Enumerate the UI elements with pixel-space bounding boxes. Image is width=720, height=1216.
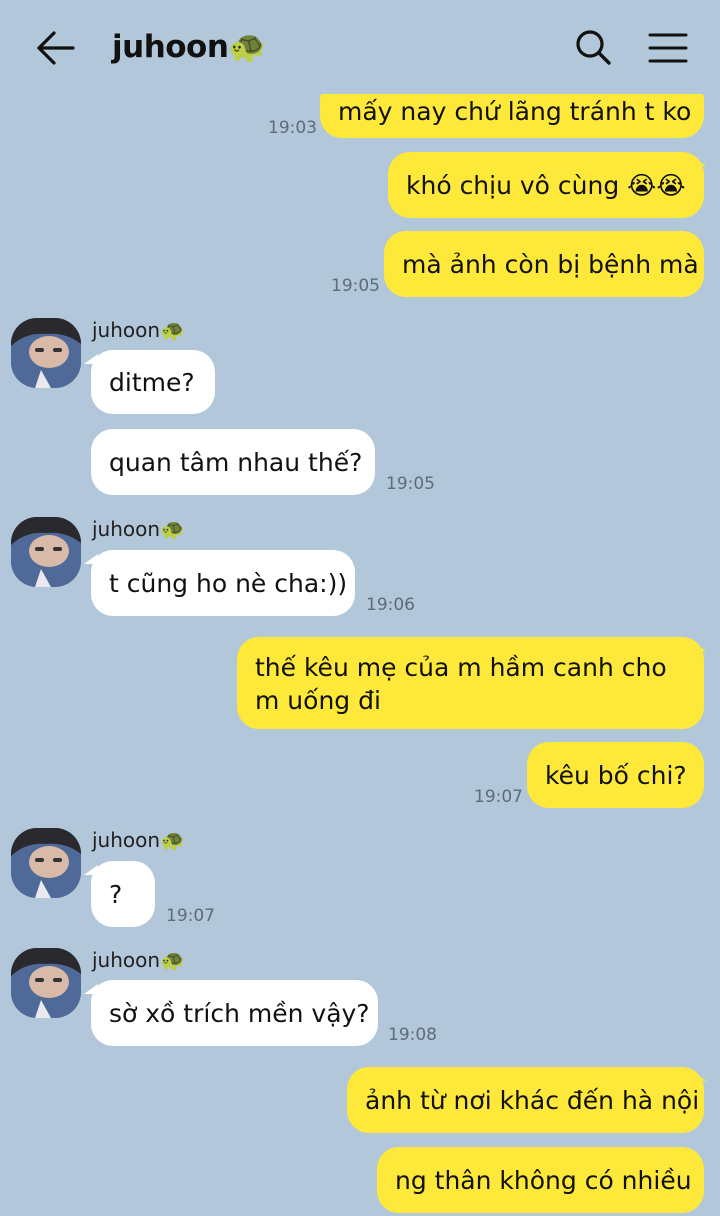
my-message-bubble[interactable]: thế kêu mẹ của m hầm canh cho m uống đi xyxy=(237,637,704,729)
sender-name: juhoon🐢 xyxy=(92,517,185,541)
bubble-tail xyxy=(692,1071,706,1081)
avatar[interactable] xyxy=(11,948,81,1018)
message-time: 19:05 xyxy=(331,276,380,296)
bubble-tail xyxy=(692,156,706,166)
avatar[interactable] xyxy=(11,517,81,587)
message-text: ditme? xyxy=(109,367,195,397)
message-time: 19:07 xyxy=(166,906,215,926)
hamburger-menu-icon xyxy=(648,33,688,63)
message-time: 19:08 xyxy=(388,1025,437,1045)
their-message-bubble[interactable]: ditme? xyxy=(91,350,215,414)
message-text: ng thân không có nhiều xyxy=(395,1165,692,1195)
message-list[interactable]: mấy nay chứ lãng tránh t ko 19:03 khó ch… xyxy=(0,0,720,1216)
message-text: thế kêu mẹ của m hầm canh cho m uống đi xyxy=(255,653,667,715)
avatar-photo-icon xyxy=(11,948,81,1018)
message-time: 19:03 xyxy=(268,118,317,138)
my-message-bubble[interactable]: ảnh từ nơi khác đến hà nội xyxy=(347,1067,704,1133)
avatar-photo-icon xyxy=(11,517,81,587)
my-message-bubble[interactable]: khó chịu vô cùng 😭😭 xyxy=(388,152,704,218)
message-text: khó chịu vô cùng 😭😭 xyxy=(406,170,686,200)
message-text: ? xyxy=(109,879,123,909)
message-text: mấy nay chứ lãng tránh t ko xyxy=(338,96,692,126)
my-message-bubble[interactable]: ng thân không có nhiều xyxy=(377,1147,704,1213)
message-text: kêu bố chi? xyxy=(545,760,687,790)
sender-name: juhoon🐢 xyxy=(92,318,185,342)
their-message-bubble[interactable]: t cũng ho nè cha:)) xyxy=(91,550,355,616)
message-text: quan tâm nhau thế? xyxy=(109,447,363,477)
back-button[interactable] xyxy=(36,30,76,66)
their-message-bubble[interactable]: quan tâm nhau thế? xyxy=(91,429,375,495)
arrow-left-icon xyxy=(37,31,75,65)
avatar[interactable] xyxy=(11,828,81,898)
avatar[interactable] xyxy=(11,318,81,388)
message-time: 19:05 xyxy=(386,474,435,494)
chat-header: juhoon🐢 xyxy=(0,0,720,94)
avatar-photo-icon xyxy=(11,828,81,898)
their-message-bubble[interactable]: sờ xồ trích mền vậy? xyxy=(91,980,378,1046)
message-text: t cũng ho nè cha:)) xyxy=(109,568,348,598)
message-time: 19:07 xyxy=(474,787,523,807)
menu-button[interactable] xyxy=(648,28,688,68)
sender-name: juhoon🐢 xyxy=(92,948,185,972)
message-text: mà ảnh còn bị bệnh mà xyxy=(402,249,699,279)
message-text: ảnh từ nơi khác đến hà nội xyxy=(365,1085,700,1115)
my-message-bubble[interactable]: kêu bố chi? xyxy=(527,742,704,808)
their-message-bubble[interactable]: ? xyxy=(91,861,155,927)
message-text: sờ xồ trích mền vậy? xyxy=(109,998,370,1028)
search-icon xyxy=(576,30,611,65)
chat-title: juhoon🐢 xyxy=(112,29,267,65)
sender-name: juhoon🐢 xyxy=(92,828,185,852)
bubble-tail xyxy=(692,641,706,651)
message-time: 19:06 xyxy=(366,595,415,615)
search-button[interactable] xyxy=(574,28,614,68)
my-message-bubble[interactable]: mà ảnh còn bị bệnh mà xyxy=(384,231,704,297)
avatar-photo-icon xyxy=(11,318,81,388)
